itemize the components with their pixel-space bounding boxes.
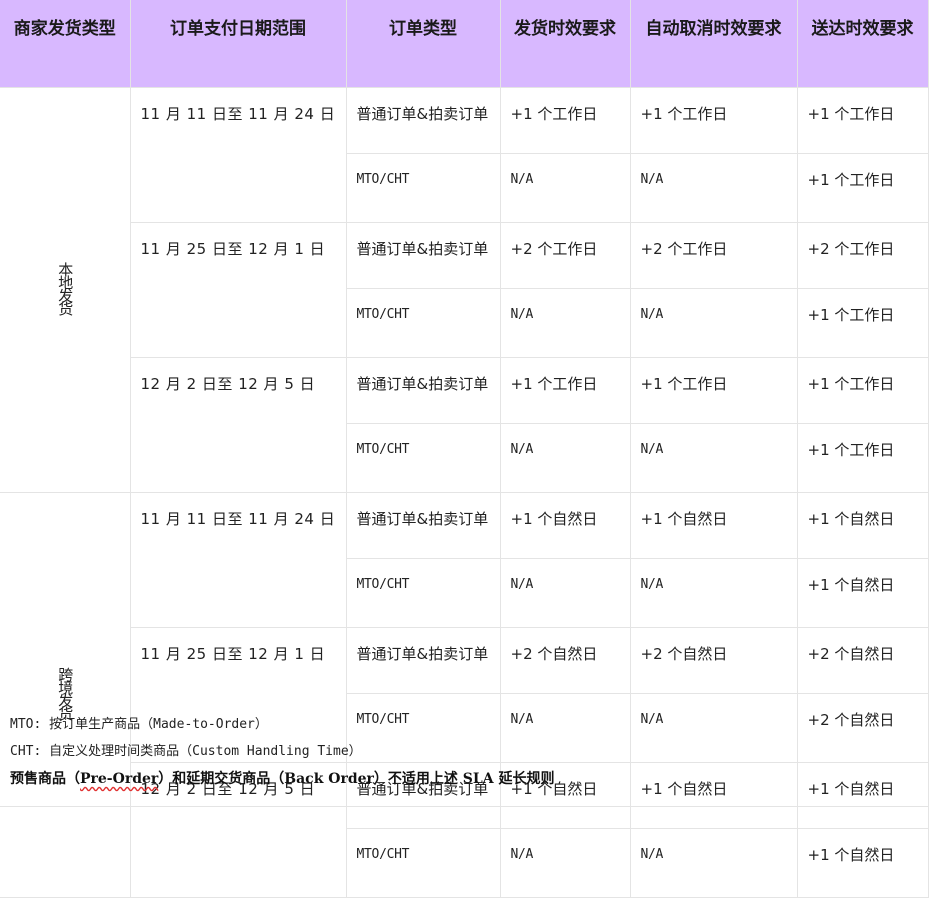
bottom-divider	[0, 806, 928, 807]
order-type-cell: MTO/CHT	[345, 558, 501, 628]
order-type-cell: MTO/CHT	[345, 153, 501, 223]
header-delivery-sla: 送达时效要求	[796, 0, 929, 88]
deliver-sla-cell: +1 个自然日	[796, 558, 929, 628]
order-type-cell: MTO/CHT	[345, 828, 501, 898]
cancel-sla-cell: N/A	[629, 153, 798, 223]
group-label: 本地发货	[56, 262, 75, 314]
order-type-cell: MTO/CHT	[345, 423, 501, 493]
order-type-cell: 普通订单&拍卖订单	[345, 87, 501, 154]
period-cell: 12 月 2 日至 12 月 5 日	[129, 357, 347, 493]
cancel-sla-cell: +1 个工作日	[629, 87, 798, 154]
deliver-sla-cell: +1 个工作日	[796, 423, 929, 493]
cancel-sla-cell: N/A	[629, 288, 798, 358]
period-cell: 11 月 25 日至 12 月 1 日	[129, 222, 347, 358]
group-label: 跨境发货	[56, 667, 75, 719]
order-type-cell: 普通订单&拍卖订单	[345, 627, 501, 694]
header-order-type: 订单类型	[345, 0, 501, 88]
ship-sla-cell: +2 个自然日	[499, 627, 631, 694]
ship-sla-cell: N/A	[499, 153, 631, 223]
deliver-sla-cell: +1 个工作日	[796, 288, 929, 358]
table-row: 12 月 2 日至 12 月 5 日 普通订单&拍卖订单 +1 个工作日 +1 …	[0, 357, 929, 493]
group-cell-cross-border: 跨境发货	[0, 492, 131, 898]
header-payment-date-range: 订单支付日期范围	[129, 0, 347, 88]
header-row: 商家发货类型 订单支付日期范围 订单类型 发货时效要求 自动取消时效要求 送达时…	[0, 0, 929, 88]
cancel-sla-cell: +1 个自然日	[629, 492, 798, 559]
period-cell: 11 月 11 日至 11 月 24 日	[129, 87, 347, 223]
table-row: 11 月 25 日至 12 月 1 日 普通订单&拍卖订单 +2 个工作日 +2…	[0, 222, 929, 358]
order-type-cell: 普通订单&拍卖订单	[345, 492, 501, 559]
header-ship-sla: 发货时效要求	[499, 0, 631, 88]
cancel-sla-cell: N/A	[629, 558, 798, 628]
table-row: 跨境发货 11 月 11 日至 11 月 24 日 普通订单&拍卖订单 +1 个…	[0, 492, 929, 898]
cancel-sla-cell: N/A	[629, 828, 798, 898]
ship-sla-cell: N/A	[499, 423, 631, 493]
ship-sla-cell: N/A	[499, 558, 631, 628]
note-rule-prefix: 预售商品（	[10, 771, 80, 787]
period-cell: 11 月 11 日至 11 月 24 日	[129, 492, 347, 628]
deliver-sla-cell: +1 个工作日	[796, 153, 929, 223]
order-type-cell: 普通订单&拍卖订单	[345, 222, 501, 289]
deliver-sla-cell: +2 个工作日	[796, 222, 929, 289]
deliver-sla-cell: +2 个自然日	[796, 627, 929, 694]
deliver-sla-cell: +1 个工作日	[796, 357, 929, 424]
cancel-sla-cell: N/A	[629, 423, 798, 493]
ship-sla-cell: +1 个工作日	[499, 357, 631, 424]
order-type-cell: MTO/CHT	[345, 288, 501, 358]
ship-sla-cell: N/A	[499, 828, 631, 898]
table-row: 11 月 25 日至 12 月 1 日 普通订单&拍卖订单 +2 个自然日 +2…	[0, 627, 929, 763]
note-cht: CHT: 自定义处理时间类商品（Custom Handling Time）	[10, 744, 362, 759]
header-auto-cancel-sla: 自动取消时效要求	[629, 0, 798, 88]
note-sla-exclusion: 预售商品（Pre-Order）和延期交货商品（Back Order）不适用上述 …	[10, 768, 920, 795]
cancel-sla-cell: +1 个工作日	[629, 357, 798, 424]
note-rule-suffix: ）和延期交货商品（Back Order）不适用上述 SLA 延长规则	[158, 771, 555, 787]
group-cell-local: 本地发货	[0, 87, 131, 493]
deliver-sla-cell: +1 个工作日	[796, 87, 929, 154]
ship-sla-cell: +2 个工作日	[499, 222, 631, 289]
deliver-sla-cell: +1 个自然日	[796, 492, 929, 559]
ship-sla-cell: N/A	[499, 288, 631, 358]
ship-sla-cell: +1 个自然日	[499, 492, 631, 559]
cancel-sla-cell: +2 个自然日	[629, 627, 798, 694]
ship-sla-cell: +1 个工作日	[499, 87, 631, 154]
note-mto: MTO: 按订单生产商品（Made-to-Order）	[10, 717, 268, 732]
table-row: 本地发货 11 月 11 日至 11 月 24 日 普通订单&拍卖订单 +1 个…	[0, 87, 929, 493]
deliver-sla-cell: +1 个自然日	[796, 828, 929, 898]
cancel-sla-cell: +2 个工作日	[629, 222, 798, 289]
footnotes: MTO: 按订单生产商品（Made-to-Order） CHT: 自定义处理时间…	[10, 714, 920, 795]
note-rule-preorder: Pre-Order	[80, 771, 159, 787]
header-seller-type: 商家发货类型	[0, 0, 131, 88]
order-type-cell: 普通订单&拍卖订单	[345, 357, 501, 424]
